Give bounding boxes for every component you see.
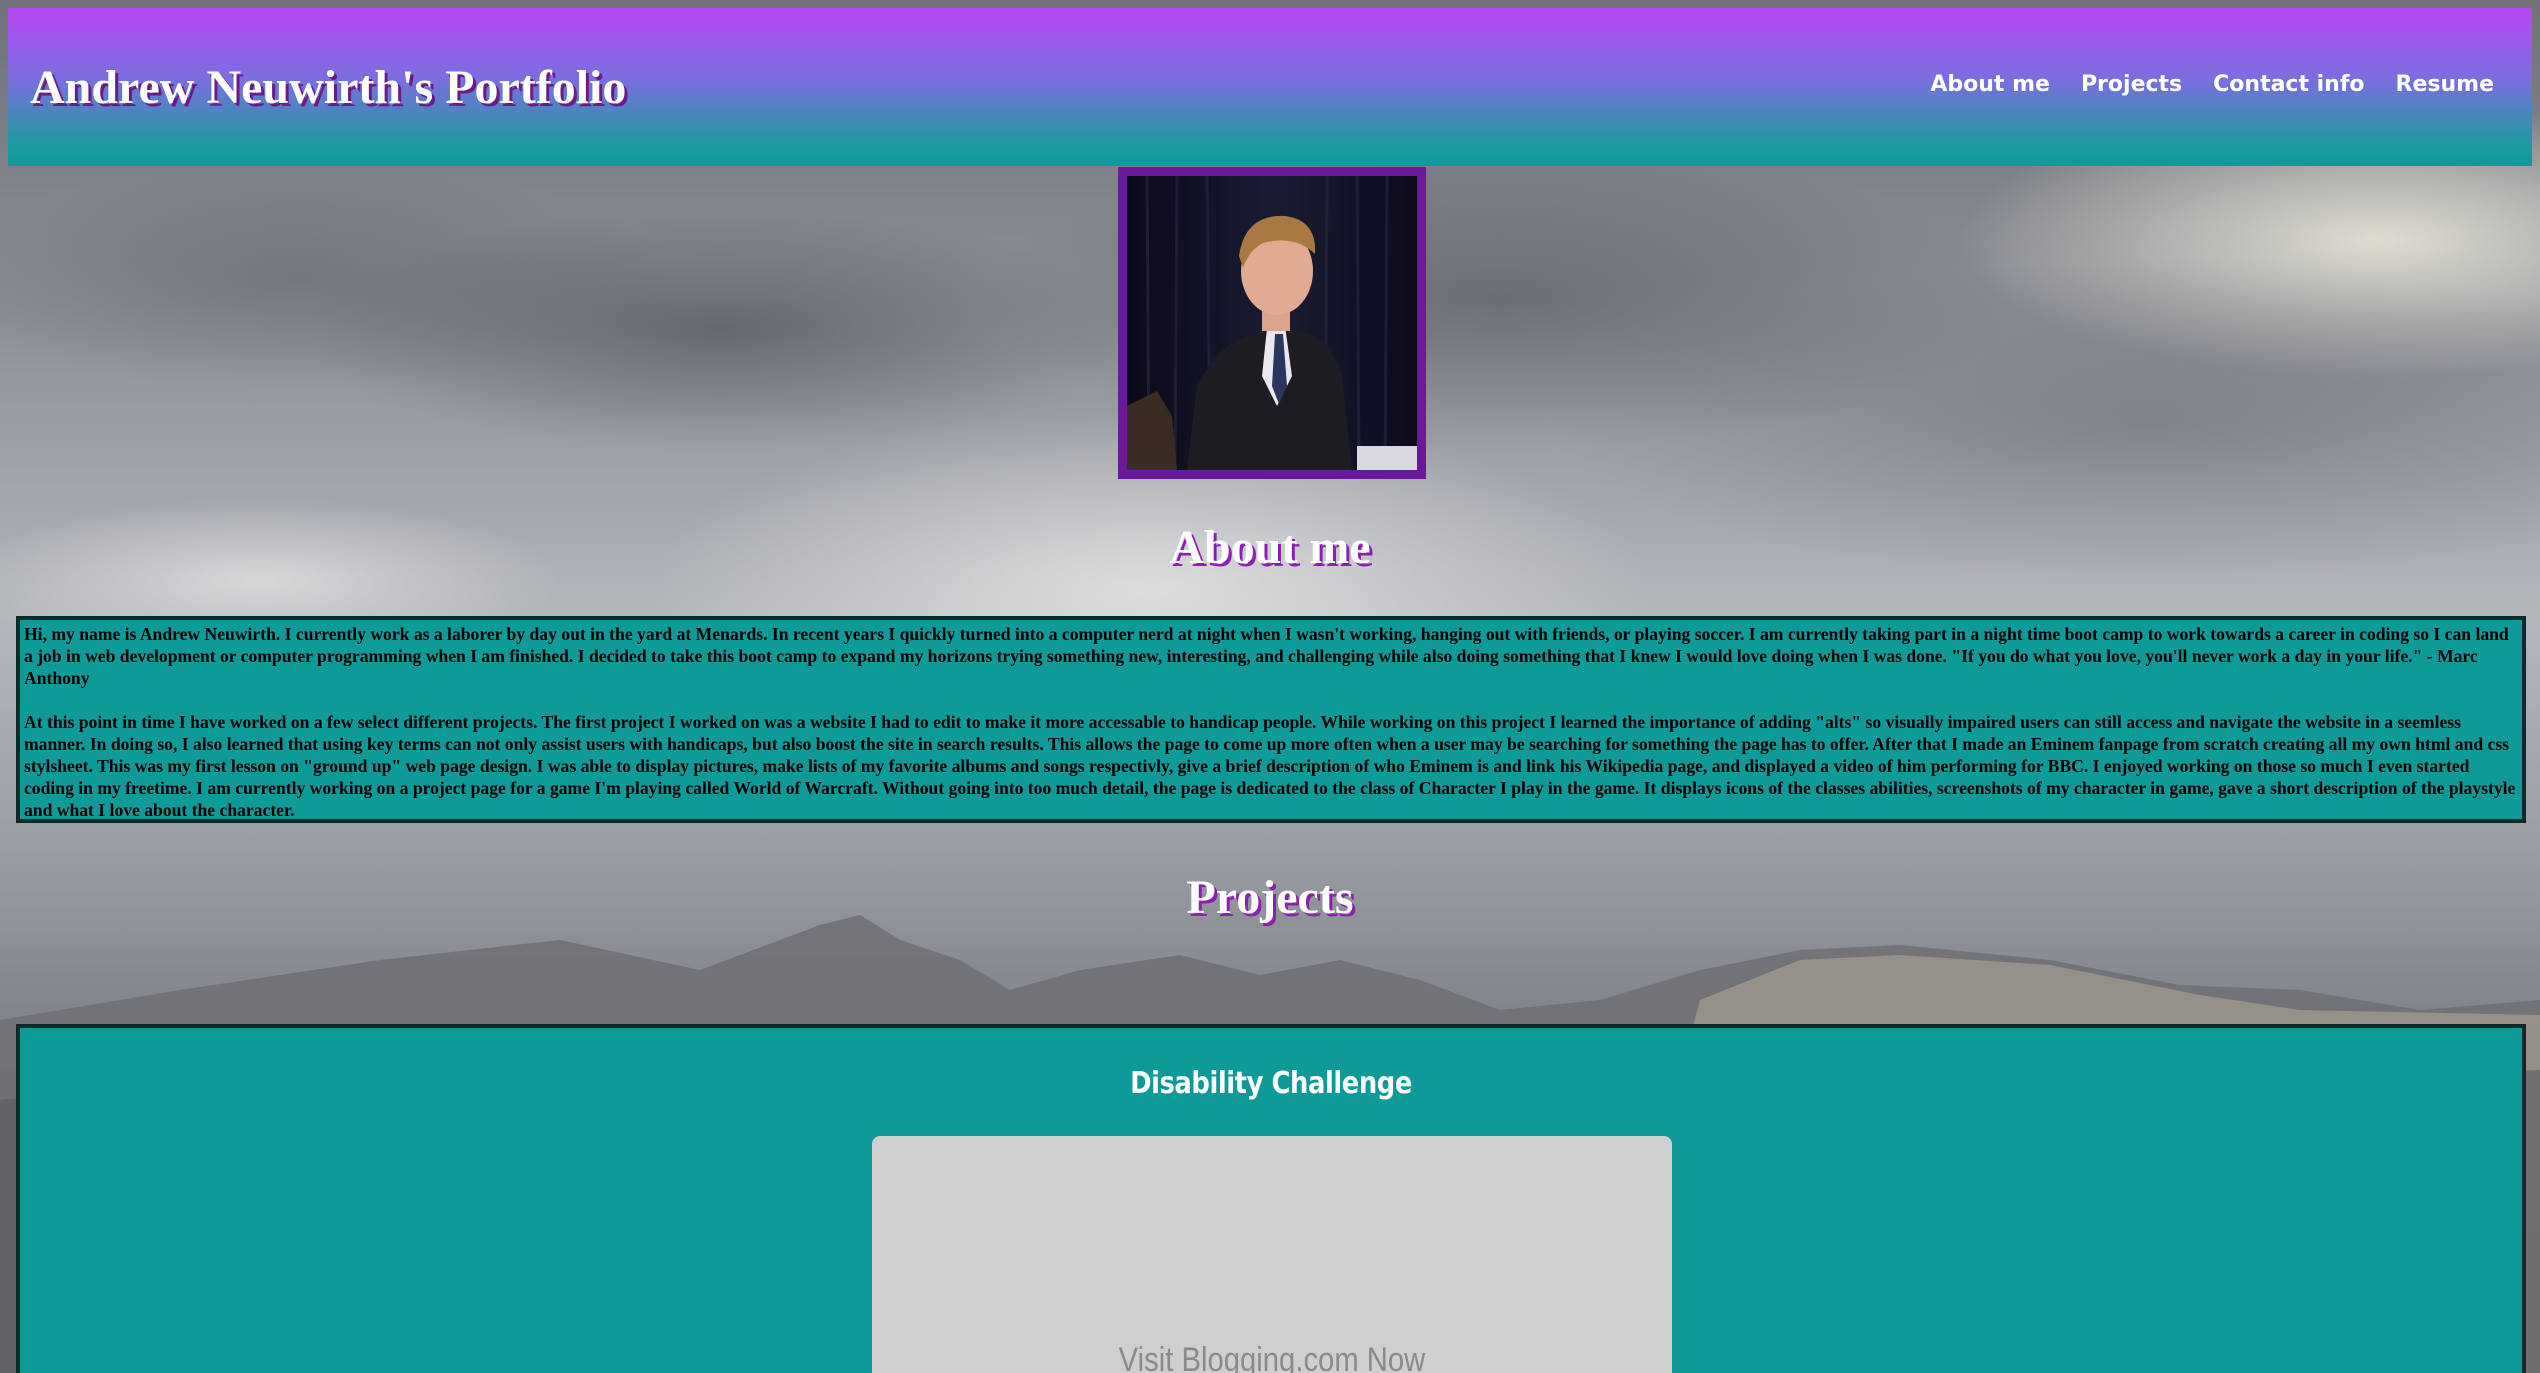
project-title: Disability Challenge <box>1130 1066 1412 1101</box>
projects-heading: Projects <box>1186 871 1354 924</box>
about-paragraph-1: Hi, my name is Andrew Neuwirth. I curren… <box>24 624 2509 688</box>
site-header: Andrew Neuwirth's Portfolio About me Pro… <box>8 8 2532 166</box>
nav-about-me[interactable]: About me <box>1930 72 2050 97</box>
nav-resume[interactable]: Resume <box>2396 72 2494 97</box>
about-heading: About me <box>1169 521 1371 574</box>
profile-portrait-image <box>1127 176 1417 470</box>
about-section: Hi, my name is Andrew Neuwirth. I curren… <box>16 616 2526 823</box>
main-nav: About me Projects Contact info Resume <box>1930 72 2494 97</box>
profile-photo <box>1118 167 1426 479</box>
project-preview-text: Visit Blogging.com Now <box>1118 1341 1426 1373</box>
site-title: Andrew Neuwirth's Portfolio <box>30 61 627 114</box>
projects-section: Disability Challenge Visit Blogging.com … <box>16 1024 2526 1373</box>
nav-contact-info[interactable]: Contact info <box>2213 72 2364 97</box>
nav-projects[interactable]: Projects <box>2081 72 2182 97</box>
project-preview-card[interactable]: Visit Blogging.com Now <box>872 1136 1672 1373</box>
about-paragraph-2: At this point in time I have worked on a… <box>24 712 2516 820</box>
